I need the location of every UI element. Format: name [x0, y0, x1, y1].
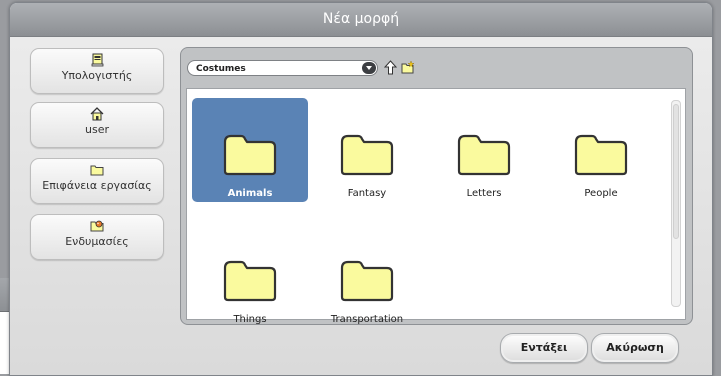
- browser-toolbar: Costumes: [181, 48, 692, 88]
- folder-icon: [573, 132, 629, 179]
- dialog-title: Νέα μορφή: [10, 3, 712, 37]
- folder-name: Things: [233, 314, 267, 325]
- sidebar-item-desktop[interactable]: Επιφάνεια εργασίας: [30, 158, 164, 204]
- folder-item[interactable]: Fantasy: [309, 98, 425, 202]
- file-browser: Costumes Animals Fantasy Letters People Thin…: [180, 47, 693, 325]
- folder-item[interactable]: Transportation: [309, 224, 425, 328]
- home-icon: [90, 107, 104, 121]
- folder-item[interactable]: People: [543, 98, 659, 202]
- folder-icon: [456, 132, 512, 179]
- folder-name: Animals: [227, 188, 273, 199]
- up-folder-icon[interactable]: [384, 60, 397, 75]
- cancel-button[interactable]: Ακύρωση: [591, 333, 679, 363]
- sidebar-item-user[interactable]: user: [30, 102, 164, 148]
- chevron-down-icon[interactable]: [362, 62, 376, 74]
- new-folder-icon[interactable]: [401, 61, 415, 74]
- new-sprite-dialog: Νέα μορφή Υπολογιστής user Επιφάνεια εργ…: [9, 2, 713, 376]
- sidebar-item-computer[interactable]: Υπολογιστής: [30, 48, 164, 94]
- folder-name: Letters: [466, 188, 502, 199]
- folder-icon: [222, 258, 278, 305]
- folder-icon: [339, 258, 395, 305]
- sidebar-item-label: user: [85, 123, 109, 136]
- folder-name: Transportation: [330, 314, 404, 325]
- folder-item[interactable]: Things: [192, 224, 308, 328]
- computer-icon: [91, 53, 104, 67]
- path-dropdown-value: Costumes: [196, 64, 246, 74]
- desktop-folder-icon: [90, 165, 104, 176]
- folder-item[interactable]: Animals: [192, 98, 308, 202]
- sidebar-item-costumes[interactable]: Ενδυμασίες: [30, 214, 164, 260]
- sidebar-item-label: Υπολογιστής: [61, 69, 133, 82]
- sidebar-item-label: Ενδυμασίες: [65, 235, 129, 248]
- costumes-icon: [90, 220, 104, 232]
- scrollbar-thumb[interactable]: [673, 104, 679, 239]
- folder-name: People: [584, 188, 618, 199]
- ok-button[interactable]: Εντάξει: [500, 333, 588, 363]
- vertical-scrollbar[interactable]: [671, 100, 681, 307]
- folder-name: Fantasy: [347, 188, 387, 199]
- folder-icon: [222, 132, 278, 179]
- folder-item[interactable]: Letters: [426, 98, 542, 202]
- sidebar-item-label: Επιφάνεια εργασίας: [42, 179, 152, 192]
- folder-icon: [339, 132, 395, 179]
- folder-contents[interactable]: Animals Fantasy Letters People Things Transpo…: [186, 88, 686, 325]
- path-dropdown[interactable]: Costumes: [187, 60, 378, 76]
